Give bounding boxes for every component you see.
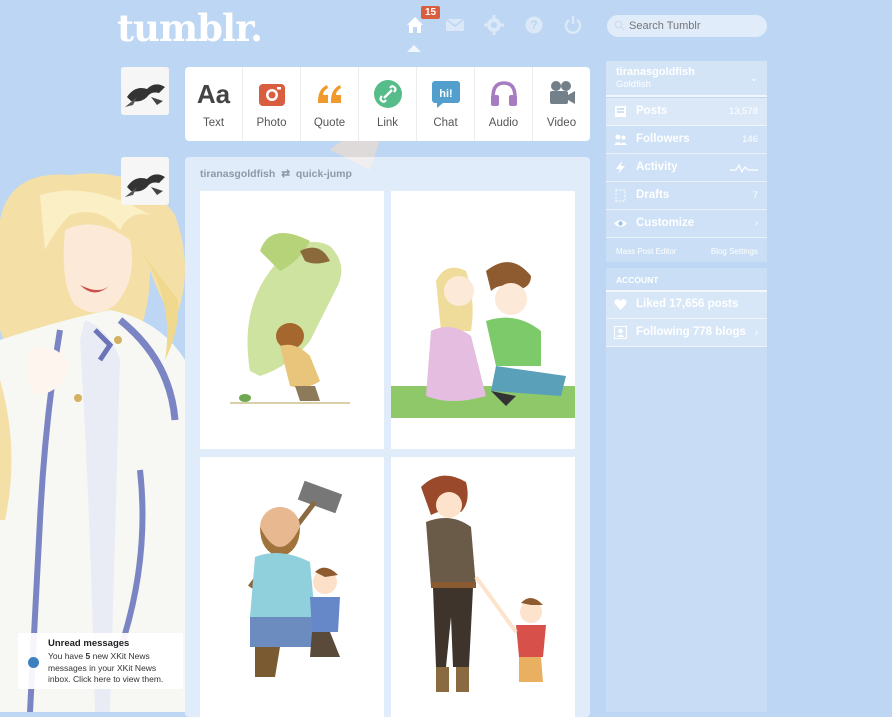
video-camera-icon — [547, 79, 577, 109]
sidebar-item-count: 146 — [742, 134, 758, 145]
help-icon[interactable]: ? — [523, 14, 549, 40]
followers-icon — [614, 134, 627, 145]
sidebar-item-drafts[interactable]: Drafts 7 — [606, 182, 767, 210]
post-author-avatar[interactable] — [121, 157, 169, 205]
power-icon[interactable] — [562, 14, 588, 40]
gear-icon[interactable] — [483, 14, 509, 40]
sidebar-item-customize[interactable]: Customize › — [606, 210, 767, 238]
post-type-label: Quote — [313, 117, 346, 129]
svg-text:hi!: hi! — [439, 88, 452, 100]
notification-body: You have 5 new XKit News messages in you… — [48, 651, 164, 684]
post-type-photo[interactable]: Photo — [243, 67, 301, 141]
sidebar-item-label: Following 778 blogs — [636, 326, 746, 338]
sidebar-item-label: Activity — [636, 161, 678, 173]
svg-text:?: ? — [530, 18, 537, 32]
activity-icon — [616, 161, 625, 174]
post-type-label: Audio — [488, 117, 519, 129]
sidebar-item-likes[interactable]: Liked 17,656 posts — [606, 291, 767, 319]
link-icon — [373, 79, 403, 109]
heart-icon — [614, 299, 627, 310]
headphones-icon — [489, 79, 519, 109]
sidebar-item-followers[interactable]: Followers 146 — [606, 126, 767, 154]
sidebar-item-posts[interactable]: Posts 13,578 — [606, 98, 767, 126]
sidebar-item-label: Drafts — [636, 189, 670, 201]
active-tab-caret — [407, 45, 421, 52]
post-type-label: Photo — [256, 117, 287, 129]
notification-badge: 15 — [421, 6, 441, 19]
drafts-icon — [615, 189, 626, 202]
post-type-label: Link — [376, 117, 399, 129]
sidebar-blog-name: tiranasgoldfish — [616, 66, 695, 78]
post-type-audio[interactable]: Audio — [475, 67, 533, 141]
following-icon — [614, 326, 627, 339]
photoset-image-1[interactable] — [200, 191, 384, 449]
post-type-label: Text — [202, 117, 225, 129]
sidebar-tool-links: Mass Post Editor Blog Settings — [606, 238, 767, 262]
post-type-label: Video — [546, 117, 577, 129]
text-icon: Aa — [196, 79, 231, 109]
sidebar-blog-title: Goldfish — [616, 79, 651, 90]
mail-icon[interactable] — [444, 14, 470, 40]
post-type-link[interactable]: Link — [359, 67, 417, 141]
sidebar-item-count: 7 — [752, 190, 758, 201]
chevron-right-icon: › — [754, 327, 758, 338]
dashboard-post: tiranasgoldfish ⇄ quick-jump — [185, 157, 590, 717]
eye-icon — [614, 220, 627, 227]
post-type-text[interactable]: Aa Text — [185, 67, 243, 141]
reblog-icon: ⇄ — [281, 168, 290, 180]
post-type-label: Chat — [433, 117, 458, 129]
blog-settings-link[interactable]: Blog Settings — [711, 247, 758, 256]
post-author-link[interactable]: tiranasgoldfish — [200, 168, 275, 180]
post-type-bar: Aa Text Photo Quote Link hi! Chat Audio — [185, 67, 590, 141]
tumblr-logo[interactable]: tumblr. — [117, 6, 263, 50]
notification-title: Unread messages — [48, 638, 130, 649]
post-header: tiranasgoldfish ⇄ quick-jump — [200, 168, 352, 180]
post-type-quote[interactable]: Quote — [301, 67, 359, 141]
reblogged-from-link[interactable]: quick-jump — [296, 168, 352, 180]
sidebar-item-label: Posts — [636, 105, 668, 117]
sidebar-item-label: Customize — [636, 217, 695, 229]
sidebar-item-following[interactable]: Following 778 blogs › — [606, 319, 767, 347]
chevron-right-icon: › — [754, 218, 758, 229]
chat-icon: hi! — [431, 79, 461, 109]
search-icon — [614, 20, 625, 31]
search-input[interactable] — [607, 15, 767, 37]
activity-sparkline — [730, 163, 758, 174]
photoset-image-4[interactable] — [391, 457, 575, 717]
post-type-chat[interactable]: hi! Chat — [417, 67, 475, 141]
mass-post-editor-link[interactable]: Mass Post Editor — [616, 247, 676, 256]
sidebar-item-label: Followers — [636, 133, 690, 145]
mail-icon — [28, 657, 39, 668]
chevron-down-icon: ⌄ — [749, 73, 758, 84]
user-avatar[interactable] — [121, 67, 169, 115]
photoset-image-3[interactable] — [200, 457, 384, 717]
sidebar-blog-switcher[interactable]: tiranasgoldfish Goldfish ⌄ — [606, 61, 767, 97]
sidebar-item-count: 13,578 — [728, 106, 758, 117]
posts-icon — [615, 106, 626, 117]
photoset-image-2[interactable] — [391, 191, 575, 449]
sidebar-item-activity[interactable]: Activity — [606, 154, 767, 182]
sidebar-item-label: Liked 17,656 posts — [636, 298, 739, 310]
camera-icon — [257, 79, 287, 109]
sidebar-footer — [606, 292, 767, 712]
sidebar-account-header: ACCOUNT — [606, 268, 767, 292]
xkit-notification[interactable]: Unread messages You have 5 new XKit News… — [18, 633, 183, 689]
post-type-video[interactable]: Video — [533, 67, 590, 141]
quote-icon — [315, 79, 345, 109]
